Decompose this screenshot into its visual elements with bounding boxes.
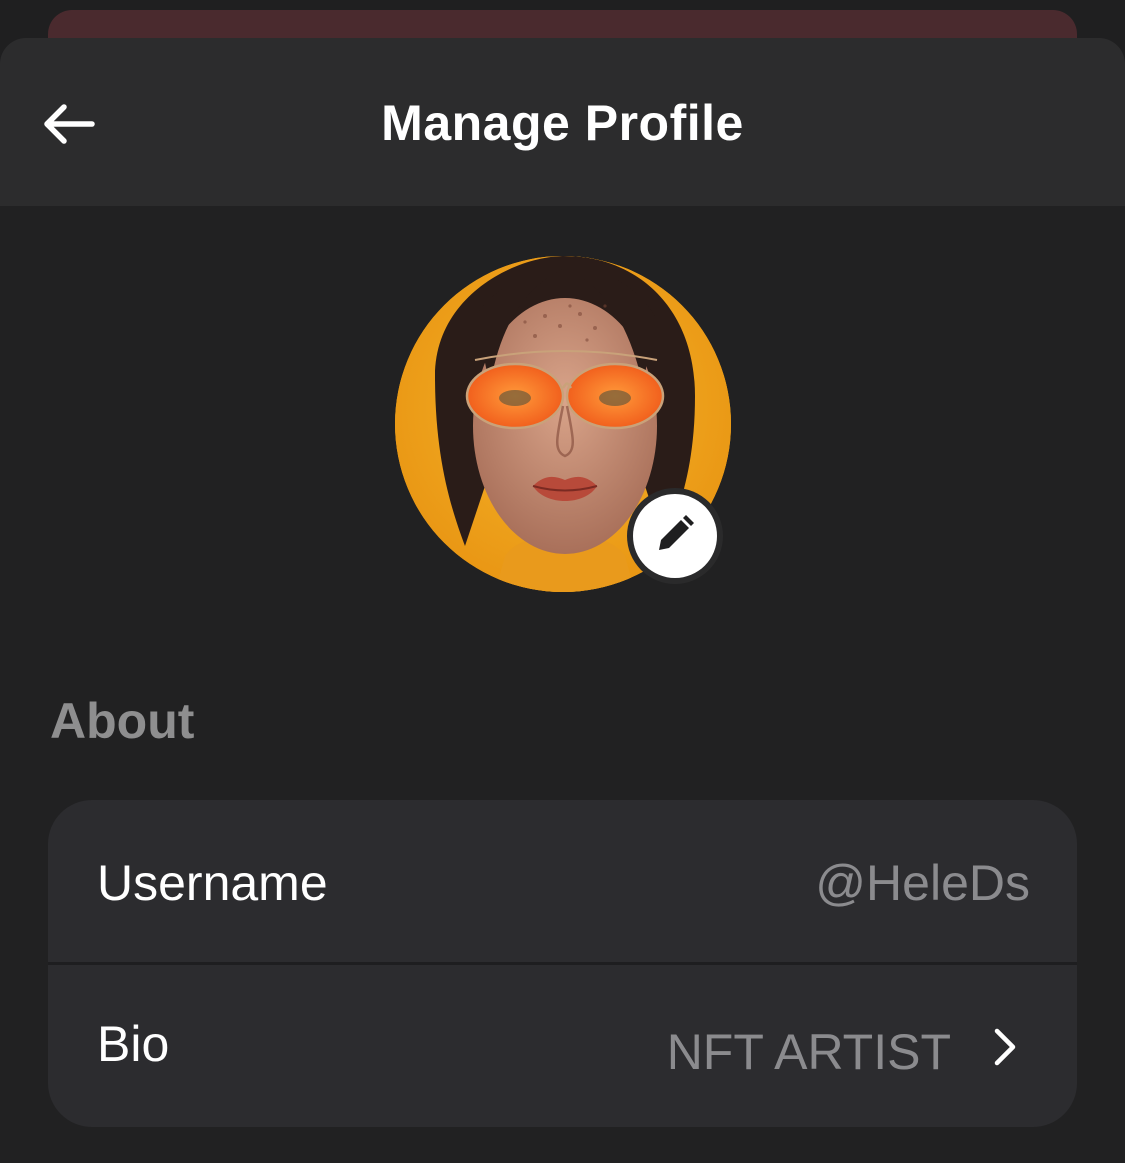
bio-value: NFT ARTIST [666, 1024, 951, 1080]
about-card: Username @HeleDs Bio NFT ARTIST [48, 800, 1077, 1127]
bio-label: Bio [97, 1016, 170, 1072]
bio-row[interactable]: Bio NFT ARTIST [48, 965, 1077, 1127]
about-section-label: About [50, 693, 195, 749]
edit-avatar-badge [633, 494, 717, 578]
chevron-right-icon [989, 1027, 1019, 1067]
header: Manage Profile [0, 38, 1125, 206]
username-value: @HeleDs [815, 855, 1030, 911]
manage-profile-screen: Manage Profile About Username @HeleDs Bi… [0, 0, 1125, 1163]
page-title: Manage Profile [381, 95, 744, 151]
username-label: Username [97, 855, 328, 911]
avatar-container [395, 256, 731, 592]
username-row[interactable]: Username @HeleDs [48, 800, 1077, 962]
edit-avatar-button[interactable] [627, 488, 723, 584]
pencil-icon [653, 512, 697, 561]
manage-profile-sheet: Manage Profile About Username @HeleDs Bi… [0, 38, 1125, 1163]
